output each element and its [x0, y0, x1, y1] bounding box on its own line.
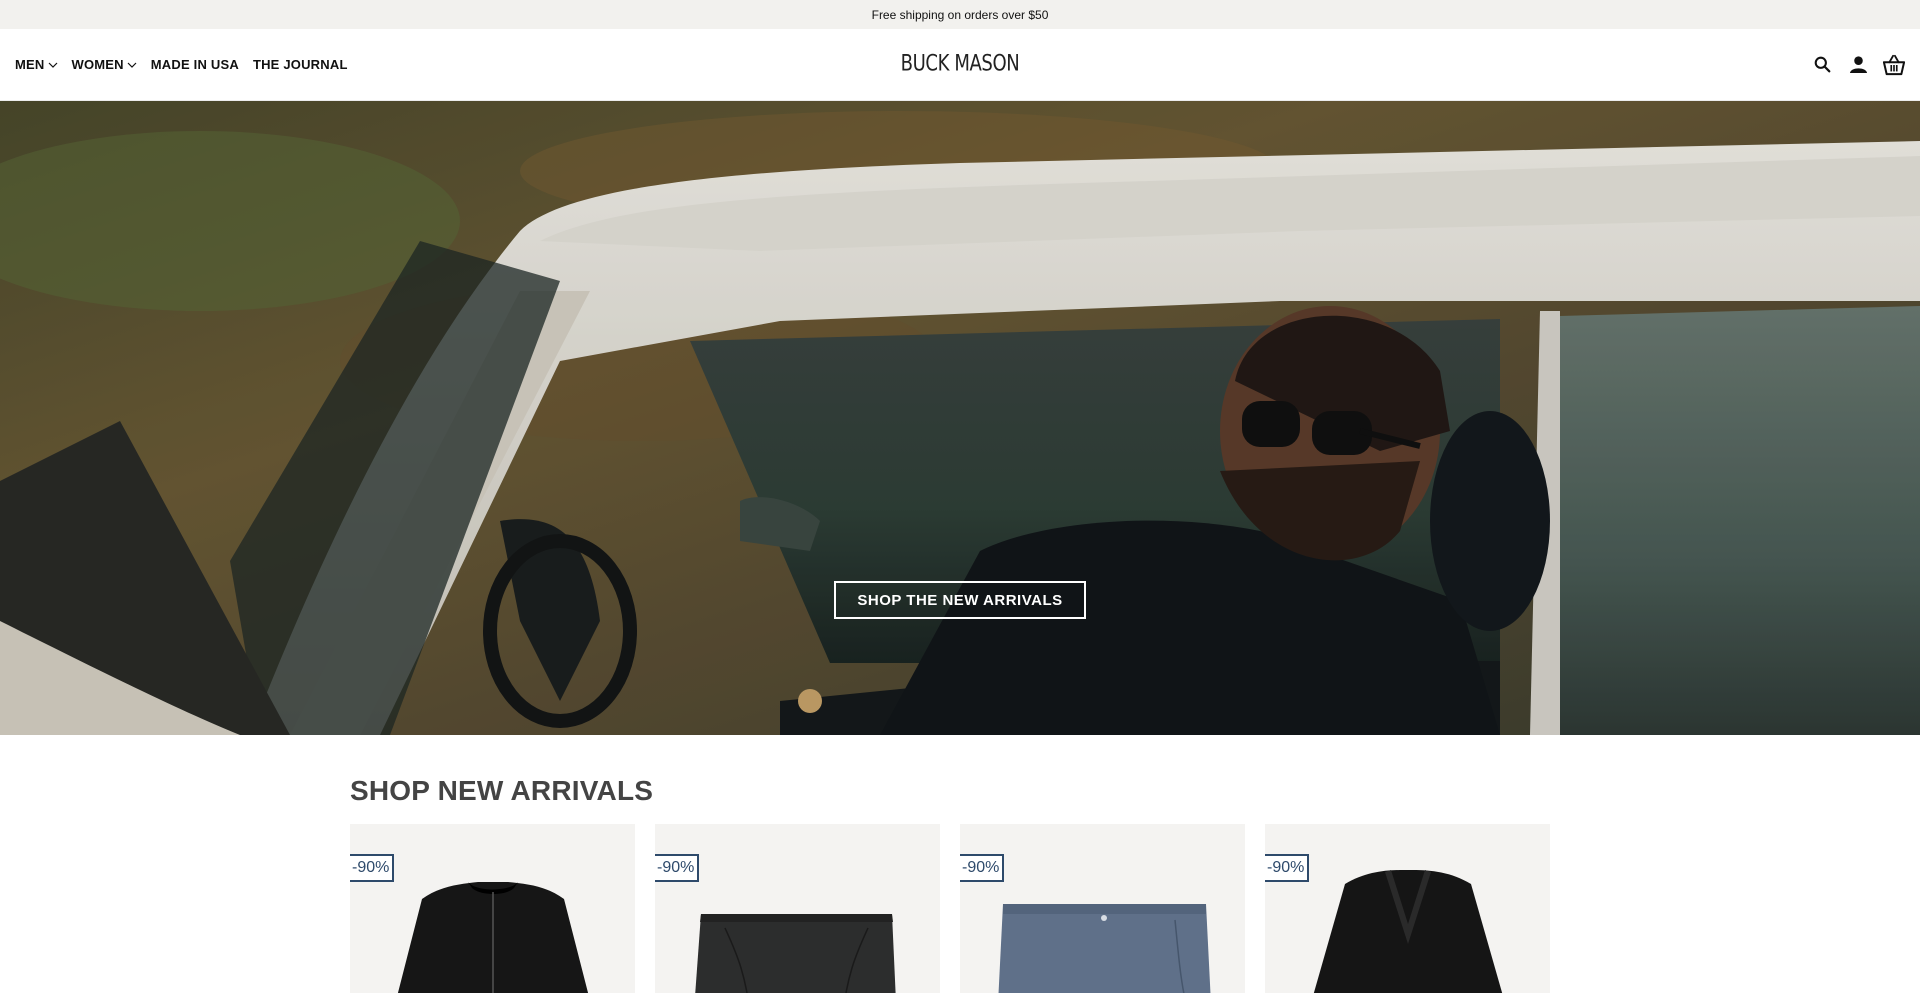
nav-item-the-journal[interactable]: THE JOURNAL — [253, 57, 348, 72]
product-image — [397, 882, 589, 993]
nav-item-label: WOMEN — [71, 57, 124, 72]
discount-badge: -90% — [1265, 854, 1310, 882]
discount-badge: -90% — [350, 854, 395, 882]
section-title: SHOP NEW ARRIVALS — [350, 775, 654, 806]
product-card[interactable]: -90% — [350, 824, 635, 993]
cart-icon[interactable] — [1883, 54, 1905, 76]
product-card[interactable]: -90% — [960, 824, 1245, 993]
chevron-down-icon — [48, 62, 57, 68]
chevron-down-icon — [127, 62, 137, 68]
discount-badge: -90% — [960, 854, 1005, 882]
product-grid: -90% -90% -90% -90% — [350, 824, 1920, 993]
discount-badge: -90% — [655, 854, 700, 882]
new-arrivals-section: SHOP NEW ARRIVALS -90% -90% -90% -90% — [0, 735, 1920, 993]
logo-text: BUCK MASON — [900, 50, 1020, 76]
nav-item-label: MEN — [15, 57, 45, 72]
nav-item-made-in-usa[interactable]: MADE IN USA — [151, 57, 239, 72]
nav-item-women[interactable]: WOMEN — [72, 57, 137, 72]
header-icons — [1811, 54, 1905, 76]
nav-item-label: THE JOURNAL — [252, 57, 348, 72]
nav-item-label: MADE IN USA — [150, 57, 239, 72]
product-image — [695, 914, 896, 993]
product-card[interactable]: -90% — [655, 824, 940, 993]
site-header: MEN WOMEN MADE IN USA THE JOURNAL BUCK M… — [0, 29, 1920, 101]
site-logo[interactable]: BUCK MASON — [888, 51, 1033, 76]
product-image — [1313, 870, 1503, 993]
account-icon[interactable] — [1847, 54, 1869, 76]
search-icon[interactable] — [1811, 54, 1833, 76]
hero-image — [0, 101, 1920, 735]
main-nav: MEN WOMEN MADE IN USA THE JOURNAL — [15, 57, 348, 72]
announcement-bar: Free shipping on orders over $50 — [0, 0, 1920, 29]
hero-banner[interactable]: SHOP THE NEW ARRIVALS — [0, 101, 1920, 735]
product-image — [998, 904, 1211, 993]
nav-item-men[interactable]: MEN — [15, 57, 58, 72]
shop-new-arrivals-button[interactable]: SHOP THE NEW ARRIVALS — [834, 581, 1086, 619]
announcement-text: Free shipping on orders over $50 — [871, 7, 1049, 22]
product-card[interactable]: -90% — [1265, 824, 1550, 993]
